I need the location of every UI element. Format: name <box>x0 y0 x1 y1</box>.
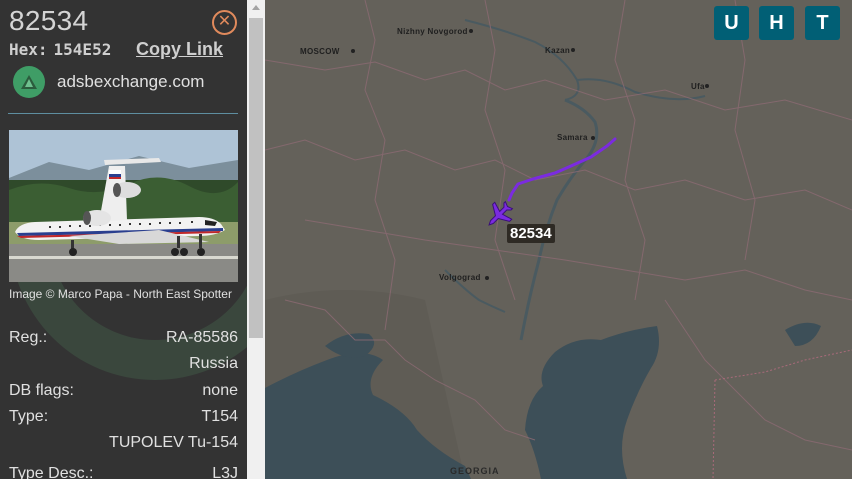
type-label: Type: <box>9 408 49 425</box>
photo-credit: Image © Marco Papa - North East Spotter <box>9 287 232 301</box>
dbflags-label: DB flags: <box>9 382 74 399</box>
dbflags-value: none <box>202 382 238 399</box>
close-icon[interactable]: ✕ <box>212 10 237 35</box>
map-view[interactable]: MOSCOW Nizhny Novgorod Kazan Ufa Samara … <box>265 0 852 479</box>
source-link[interactable]: adsbexchange.com <box>13 66 204 98</box>
aircraft-info-sidebar: 82534 ✕ Hex: 154E52 Copy Link adsbexchang… <box>0 0 247 479</box>
aircraft-map-label[interactable]: 82534 <box>507 224 555 243</box>
hex-value: 154E52 <box>53 40 112 59</box>
city-label-volgograd: Volgograd <box>439 273 481 282</box>
city-label-moscow: MOSCOW <box>300 47 340 56</box>
adsbexchange-logo-icon <box>13 66 45 98</box>
city-label-nizhny: Nizhny Novgorod <box>397 27 468 36</box>
typedesc-label: Type Desc.: <box>9 465 94 479</box>
map-background <box>265 0 852 479</box>
region-label-georgia: GEORGIA <box>450 466 500 476</box>
map-button-u[interactable]: U <box>714 6 749 40</box>
type-value: T154 <box>201 408 238 425</box>
hex-label: Hex: <box>9 40 48 59</box>
scroll-up-arrow-icon[interactable] <box>252 5 260 10</box>
typedesc-value: L3J <box>212 465 238 479</box>
city-label-samara: Samara <box>557 133 588 142</box>
sidebar-scrollbar[interactable] <box>247 0 265 479</box>
aircraft-photo[interactable] <box>9 130 238 282</box>
city-label-kazan: Kazan <box>545 46 571 55</box>
divider <box>8 113 238 114</box>
source-name: adsbexchange.com <box>57 72 205 91</box>
copy-link[interactable]: Copy Link <box>136 39 223 60</box>
type-name-value: TUPOLEV Tu-154 <box>109 434 238 451</box>
map-button-t[interactable]: T <box>805 6 840 40</box>
aircraft-callsign: 82534 <box>9 5 89 36</box>
scroll-thumb[interactable] <box>249 18 263 338</box>
city-label-ufa: Ufa <box>691 82 705 91</box>
map-button-h[interactable]: H <box>759 6 794 40</box>
reg-label: Reg.: <box>9 329 48 346</box>
reg-value: RA-85586 <box>165 329 238 346</box>
hex-line: Hex: 154E52 <box>9 40 111 59</box>
country-value: Russia <box>189 355 238 372</box>
